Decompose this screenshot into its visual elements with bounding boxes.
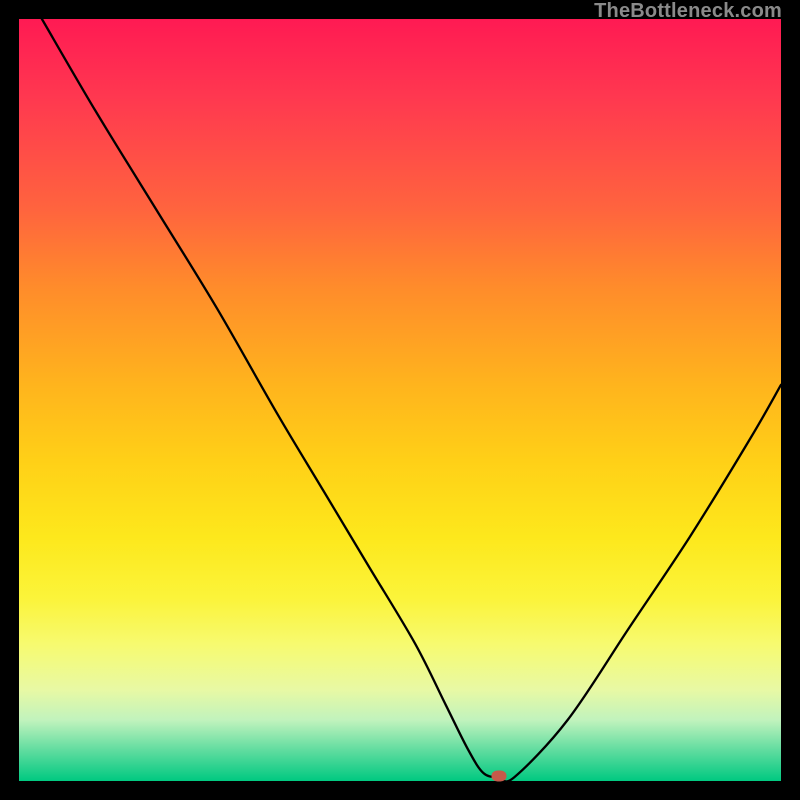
- chart-marker-dot: [492, 770, 507, 781]
- chart-frame: [0, 0, 800, 800]
- chart-line: [19, 19, 781, 781]
- watermark-text: TheBottleneck.com: [594, 0, 782, 23]
